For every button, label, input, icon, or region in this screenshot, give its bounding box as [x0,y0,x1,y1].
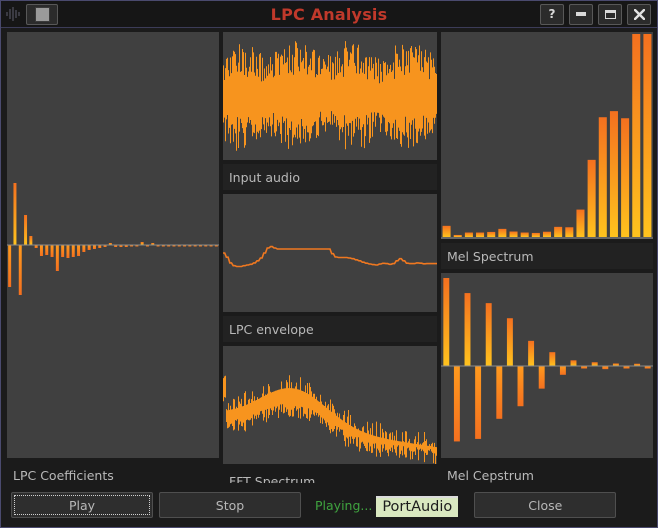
audio-backend-badge[interactable]: PortAudio [376,495,459,517]
title-bar: LPC Analysis ? [1,1,657,28]
lpc-analysis-window: LPC Analysis ? LPC Coefficients Input au… [0,0,658,528]
plot-lpc-envelope[interactable] [223,194,437,312]
caption-lpc-envelope: LPC envelope [223,316,437,342]
close-button[interactable] [627,3,651,25]
help-button[interactable]: ? [540,3,564,25]
caption-mel-spectrum: Mel Spectrum [441,243,653,269]
minimize-button[interactable] [569,3,593,25]
playback-status: Playing... PortAudio [315,495,459,517]
maximize-button[interactable] [598,3,622,25]
transport-bar: Play Stop Playing... PortAudio Close [1,483,657,527]
window-menu-icon[interactable] [26,3,58,25]
plot-grid: LPC Coefficients Input audio LPC envelop… [7,32,653,494]
stop-button[interactable]: Stop [159,492,301,518]
plot-mel-cepstrum[interactable] [441,273,653,458]
plot-lpc-coefficients[interactable] [7,32,219,458]
close-icon [633,8,645,20]
window-content: LPC Coefficients Input audio LPC envelop… [1,28,657,527]
status-text: Playing... [315,497,373,513]
play-button[interactable]: Play [11,492,153,518]
column-lpc-coefficients: LPC Coefficients [7,32,219,488]
column-mel: Mel Spectrum Mel Cepstrum [441,32,653,488]
window-controls: ? [540,3,657,25]
plot-input-audio[interactable] [223,32,437,160]
waveform-icon [4,5,22,23]
caption-input-audio: Input audio [223,164,437,190]
column-center: Input audio LPC envelope FFT Spectrum [223,32,437,494]
maximize-icon [604,9,616,19]
plot-mel-spectrum[interactable] [441,32,653,239]
plot-fft-spectrum[interactable] [223,346,437,464]
minimize-icon [576,12,586,16]
close-dialog-button[interactable]: Close [474,492,617,518]
audio-backend-label: PortAudio [376,497,459,517]
